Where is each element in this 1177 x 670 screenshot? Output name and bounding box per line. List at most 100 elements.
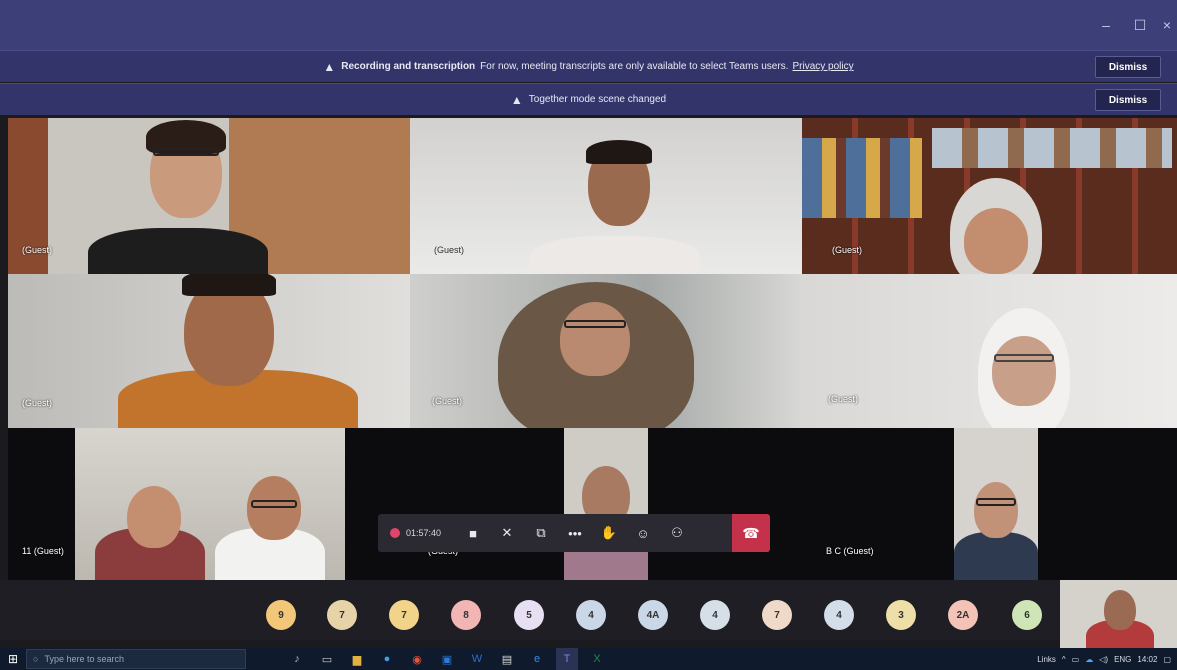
participant-avatar[interactable]: 8 <box>451 600 481 630</box>
more-actions-icon[interactable]: ••• <box>560 514 590 552</box>
volume-icon[interactable]: ◁) <box>1099 655 1108 664</box>
participant-avatar[interactable]: 7 <box>389 600 419 630</box>
participant-avatar[interactable]: 3 <box>886 600 916 630</box>
dismiss-button[interactable]: Dismiss <box>1095 89 1161 111</box>
participant-avatar[interactable]: 4A <box>638 600 668 630</box>
maximize-button[interactable]: ☐ <box>1123 0 1157 50</box>
participant-name: (Guest) <box>434 245 465 255</box>
glasses <box>994 354 1054 362</box>
bookshelf <box>802 138 922 218</box>
title-bar: – ☐ × <box>0 0 1177 50</box>
glasses <box>251 500 297 508</box>
participants-icon[interactable]: ⚇ <box>662 514 692 552</box>
participant-head <box>247 476 301 540</box>
participant-avatar[interactable]: 7 <box>762 600 792 630</box>
participant-hair <box>586 140 652 164</box>
windows-taskbar: ⊞ ○ Type here to search ♪ ▭ ▆ ● ◉ ▣ W ▤ … <box>0 648 1177 670</box>
participant-head <box>974 482 1018 538</box>
windows-start-icon[interactable]: ⊞ <box>0 648 26 670</box>
word-icon[interactable]: W <box>466 648 488 670</box>
glasses <box>564 320 626 328</box>
participant-name: (Guest) <box>432 396 463 406</box>
chevron-up-icon[interactable]: ^ <box>1062 655 1066 664</box>
banner-text: For now, meeting transcripts are only av… <box>480 61 789 72</box>
bookshelf <box>932 128 1172 168</box>
call-controls: 01:57:40 ■ ✕ ⧉ ••• ✋ ☺ ⚇ ☎ <box>378 514 770 552</box>
participant-name: (Guest) <box>832 245 863 255</box>
language-indicator[interactable]: ENG <box>1114 655 1131 664</box>
excel-icon[interactable]: X <box>586 648 608 670</box>
file-explorer-icon[interactable]: ▆ <box>346 648 368 670</box>
participant-face <box>560 302 630 376</box>
participant-head <box>1104 590 1136 630</box>
search-placeholder: Type here to search <box>44 654 124 664</box>
task-view-icon[interactable]: ▭ <box>316 648 338 670</box>
video-tile[interactable]: (Guest) <box>802 118 1177 274</box>
participant-avatar-strip: 9 7 7 8 5 4 4A 4 7 4 3 2A 6 <box>0 580 1177 640</box>
mail-icon[interactable]: ▣ <box>436 648 458 670</box>
participant-face <box>964 208 1028 274</box>
close-button[interactable]: × <box>1157 0 1177 50</box>
participant-body <box>954 532 1038 580</box>
microphone-icon[interactable]: ♪ <box>286 648 308 670</box>
video-tile[interactable]: (Guest) <box>410 274 802 428</box>
links-toolbar[interactable]: Links <box>1037 655 1056 664</box>
store-icon[interactable]: ▤ <box>496 648 518 670</box>
notifications-icon[interactable]: ▢ <box>1163 655 1171 664</box>
participant-avatar[interactable]: 2A <box>948 600 978 630</box>
search-icon: ○ <box>33 654 39 664</box>
participant-body <box>530 236 700 274</box>
video-tile[interactable]: (Guest) <box>8 274 410 428</box>
participant-avatar[interactable]: 4 <box>700 600 730 630</box>
participant-head <box>127 486 181 548</box>
participant-avatar[interactable]: 4 <box>824 600 854 630</box>
teams-icon[interactable]: T <box>556 648 578 670</box>
edge-browser-icon[interactable]: ● <box>376 648 398 670</box>
privacy-policy-link[interactable]: Privacy policy <box>792 61 853 72</box>
ie-browser-icon[interactable]: e <box>526 648 548 670</box>
participant-name: 11 (Guest) <box>22 546 64 556</box>
banner-title: Recording and transcription <box>341 61 476 72</box>
glasses <box>976 498 1016 506</box>
video-row: 11 (Guest) (Guest) B C (Guest) <box>8 428 1177 580</box>
participant-name: (Guest) <box>22 398 53 408</box>
banner-text: Together mode scene changed <box>528 94 667 105</box>
participant-hair <box>182 274 276 296</box>
participant-name: (Guest) <box>22 245 53 255</box>
glasses <box>153 148 219 156</box>
recording-banner: ▲ Recording and transcription For now, m… <box>0 50 1177 82</box>
minimize-button[interactable]: – <box>1089 0 1123 50</box>
chrome-browser-icon[interactable]: ◉ <box>406 648 428 670</box>
onedrive-icon[interactable]: ☁ <box>1085 655 1093 664</box>
taskbar-search-input[interactable]: ○ Type here to search <box>26 649 246 669</box>
raise-hand-icon[interactable]: ✋ <box>594 514 624 552</box>
call-timer: 01:57:40 <box>406 528 442 538</box>
video-tile[interactable]: (Guest) <box>410 118 802 274</box>
participant-face <box>992 336 1056 406</box>
video-tile[interactable]: (Guest) <box>802 274 1177 428</box>
network-icon[interactable]: ▭ <box>1072 655 1080 664</box>
share-screen-icon[interactable]: ⧉ <box>526 514 556 552</box>
participant-body <box>88 228 268 274</box>
participant-avatar[interactable]: 4 <box>576 600 606 630</box>
video-tile[interactable]: (Guest) <box>8 118 410 274</box>
self-view-video[interactable] <box>1060 580 1177 648</box>
video-tile[interactable] <box>564 428 648 580</box>
warning-icon: ▲ <box>510 92 523 107</box>
dismiss-button[interactable]: Dismiss <box>1095 56 1161 78</box>
video-tile[interactable] <box>75 428 345 580</box>
mic-muted-icon[interactable]: ✕ <box>492 514 522 552</box>
participant-avatar[interactable]: 6 <box>1012 600 1042 630</box>
clock[interactable]: 14:02 <box>1137 655 1157 664</box>
window-controls: – ☐ × <box>1089 0 1177 50</box>
camera-icon[interactable]: ■ <box>458 514 488 552</box>
together-mode-banner: ▲ Together mode scene changed Dismiss <box>0 83 1177 115</box>
recording-icon <box>390 528 400 538</box>
warning-icon: ▲ <box>323 59 336 74</box>
participant-avatar[interactable]: 9 <box>266 600 296 630</box>
participant-avatar[interactable]: 7 <box>327 600 357 630</box>
participant-avatar[interactable]: 5 <box>514 600 544 630</box>
hang-up-button[interactable]: ☎ <box>732 514 770 552</box>
reactions-icon[interactable]: ☺ <box>628 514 658 552</box>
video-tile[interactable] <box>954 428 1038 580</box>
